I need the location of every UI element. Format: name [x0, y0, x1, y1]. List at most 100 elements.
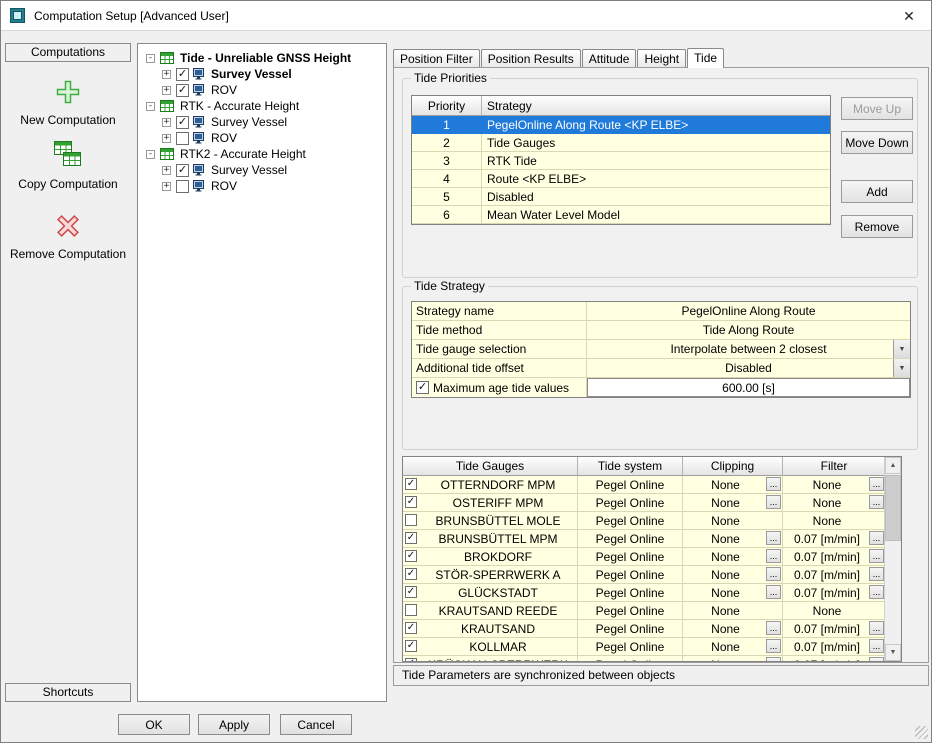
gauge-checkbox[interactable]: ✓ — [405, 568, 417, 580]
object-checkbox[interactable]: ✓ — [176, 68, 189, 81]
shortcuts-button[interactable]: Shortcuts — [5, 683, 131, 702]
copy-computation-button[interactable]: Copy Computation — [5, 139, 131, 191]
gauge-row[interactable]: ✓STÖR-SPERRWERK APegel OnlineNone...0.07… — [403, 566, 901, 584]
clipping-ellipsis-button[interactable]: ... — [766, 531, 781, 545]
priority-row[interactable]: 6Mean Water Level Model — [412, 206, 830, 224]
remove-computation-button[interactable]: Remove Computation — [5, 213, 131, 261]
expand-icon[interactable]: + — [162, 134, 171, 143]
remove-strategy-button[interactable]: Remove — [841, 215, 913, 238]
gauge-checkbox[interactable]: ✓ — [405, 550, 417, 562]
gauge-checkbox[interactable] — [405, 514, 417, 526]
max-age-checkbox[interactable]: ✓ — [416, 381, 429, 394]
gauge-checkbox[interactable]: ✓ — [405, 622, 417, 634]
filter-ellipsis-button[interactable]: ... — [869, 585, 884, 599]
gauge-checkbox[interactable]: ✓ — [405, 640, 417, 652]
filter-ellipsis-button[interactable]: ... — [869, 531, 884, 545]
filter-ellipsis-button[interactable]: ... — [869, 621, 884, 635]
close-icon[interactable]: ✕ — [897, 4, 921, 28]
column-header-strategy[interactable]: Strategy — [482, 96, 830, 116]
column-header-clipping[interactable]: Clipping — [683, 457, 783, 476]
tree-item-object[interactable]: +✓Survey Vessel — [140, 66, 384, 82]
ok-button[interactable]: OK — [118, 714, 190, 735]
tree-item-computation[interactable]: -RTK - Accurate Height — [140, 98, 384, 114]
collapse-icon[interactable]: - — [146, 150, 155, 159]
gauge-row[interactable]: ✓OTTERNDORF MPMPegel OnlineNone...None..… — [403, 476, 901, 494]
tab-position-results[interactable]: Position Results — [481, 49, 581, 67]
gauge-row[interactable]: ✓GLÜCKSTADTPegel OnlineNone...0.07 [m/mi… — [403, 584, 901, 602]
vertical-scrollbar[interactable]: ▲ ▼ — [884, 457, 901, 661]
expand-icon[interactable]: + — [162, 166, 171, 175]
tree-item-object[interactable]: +ROV — [140, 178, 384, 194]
tab-height[interactable]: Height — [637, 49, 686, 67]
resize-grip[interactable] — [915, 726, 928, 739]
filter-ellipsis-button[interactable]: ... — [869, 477, 884, 491]
object-checkbox[interactable]: ✓ — [176, 84, 189, 97]
column-header-priority[interactable]: Priority — [412, 96, 482, 116]
filter-ellipsis-button[interactable]: ... — [869, 495, 884, 509]
new-computation-button[interactable]: New Computation — [5, 79, 131, 127]
priority-row[interactable]: 5Disabled — [412, 188, 830, 206]
gauge-row[interactable]: KRAUTSAND REEDEPegel OnlineNoneNone — [403, 602, 901, 620]
gauge-checkbox[interactable]: ✓ — [405, 496, 417, 508]
clipping-ellipsis-button[interactable]: ... — [766, 549, 781, 563]
gauge-row[interactable]: ✓BROKDORFPegel OnlineNone...0.07 [m/min]… — [403, 548, 901, 566]
column-header-filter[interactable]: Filter — [783, 457, 886, 476]
filter-ellipsis-button[interactable]: ... — [869, 549, 884, 563]
tree-item-object[interactable]: +✓Survey Vessel — [140, 162, 384, 178]
object-checkbox[interactable] — [176, 132, 189, 145]
expand-icon[interactable]: + — [162, 70, 171, 79]
dropdown-arrow-icon[interactable]: ▼ — [893, 340, 910, 358]
filter-ellipsis-button[interactable]: ... — [869, 657, 884, 662]
clipping-ellipsis-button[interactable]: ... — [766, 567, 781, 581]
clipping-ellipsis-button[interactable]: ... — [766, 477, 781, 491]
tab-attitude[interactable]: Attitude — [582, 49, 637, 67]
move-down-button[interactable]: Move Down — [841, 131, 913, 154]
add-strategy-button[interactable]: Add — [841, 180, 913, 203]
gauge-row[interactable]: ✓KOLLMARPegel OnlineNone...0.07 [m/min].… — [403, 638, 901, 656]
tree-item-computation[interactable]: -RTK2 - Accurate Height — [140, 146, 384, 162]
gauge-checkbox[interactable]: ✓ — [405, 478, 417, 490]
tree-item-object[interactable]: +✓ROV — [140, 82, 384, 98]
strategy-setting-value[interactable]: 600.00 [s] — [587, 378, 910, 397]
filter-ellipsis-button[interactable]: ... — [869, 567, 884, 581]
object-checkbox[interactable]: ✓ — [176, 164, 189, 177]
gauge-row[interactable]: ✓KRÜCKAU-SPERRWERKPegel OnlineNone...0.0… — [403, 656, 901, 662]
collapse-icon[interactable]: - — [146, 54, 155, 63]
tab-tide[interactable]: Tide — [687, 48, 724, 68]
gauge-checkbox[interactable] — [405, 604, 417, 616]
clipping-ellipsis-button[interactable]: ... — [766, 621, 781, 635]
clipping-ellipsis-button[interactable]: ... — [766, 495, 781, 509]
priority-row[interactable]: 4Route <KP ELBE> — [412, 170, 830, 188]
gauge-checkbox[interactable]: ✓ — [405, 586, 417, 598]
cancel-button[interactable]: Cancel — [280, 714, 352, 735]
scroll-up-icon[interactable]: ▲ — [885, 457, 901, 474]
scrollbar-thumb[interactable] — [885, 475, 901, 541]
column-header-tide-gauges[interactable]: Tide Gauges — [403, 457, 578, 476]
tree-item-object[interactable]: +✓Survey Vessel — [140, 114, 384, 130]
clipping-ellipsis-button[interactable]: ... — [766, 585, 781, 599]
gauge-checkbox[interactable]: ✓ — [405, 658, 417, 662]
object-checkbox[interactable] — [176, 180, 189, 193]
column-header-tide-system[interactable]: Tide system — [578, 457, 683, 476]
clipping-ellipsis-button[interactable]: ... — [766, 657, 781, 662]
collapse-icon[interactable]: - — [146, 102, 155, 111]
priority-row[interactable]: 1PegelOnline Along Route <KP ELBE> — [412, 116, 830, 134]
apply-button[interactable]: Apply — [198, 714, 270, 735]
dropdown-arrow-icon[interactable]: ▼ — [893, 359, 910, 377]
gauge-row[interactable]: BRUNSBÜTTEL MOLEPegel OnlineNoneNone — [403, 512, 901, 530]
expand-icon[interactable]: + — [162, 118, 171, 127]
move-up-button[interactable]: Move Up — [841, 97, 913, 120]
tree-item-computation[interactable]: -Tide - Unreliable GNSS Height — [140, 50, 384, 66]
gauge-checkbox[interactable]: ✓ — [405, 532, 417, 544]
gauge-row[interactable]: ✓OSTERIFF MPMPegel OnlineNone...None... — [403, 494, 901, 512]
scroll-down-icon[interactable]: ▼ — [885, 644, 901, 661]
filter-ellipsis-button[interactable]: ... — [869, 639, 884, 653]
priority-row[interactable]: 3RTK Tide — [412, 152, 830, 170]
expand-icon[interactable]: + — [162, 86, 171, 95]
clipping-ellipsis-button[interactable]: ... — [766, 639, 781, 653]
tree-item-object[interactable]: +ROV — [140, 130, 384, 146]
expand-icon[interactable]: + — [162, 182, 171, 191]
tab-position-filter[interactable]: Position Filter — [393, 49, 480, 67]
strategy-setting-value[interactable]: Disabled▼ — [587, 359, 910, 378]
gauge-row[interactable]: ✓BRUNSBÜTTEL MPMPegel OnlineNone...0.07 … — [403, 530, 901, 548]
